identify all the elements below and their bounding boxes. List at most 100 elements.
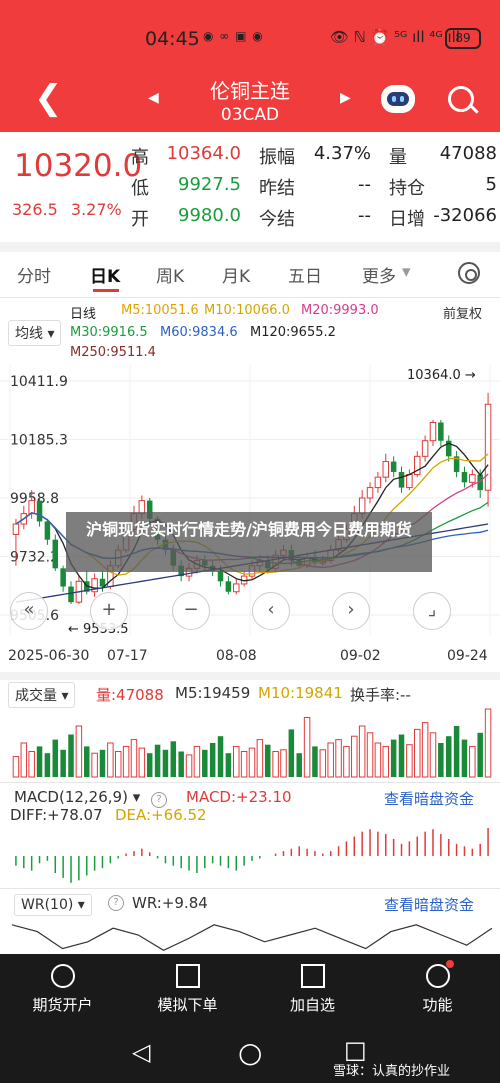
prev-contract-icon[interactable]: ◀ (148, 90, 159, 106)
volume-bar (28, 751, 35, 778)
quote-value: 47088 (439, 143, 497, 164)
volume-bar (217, 736, 224, 777)
robot-eye-left (392, 96, 396, 102)
volume-bar (193, 745, 201, 778)
back-arrow-icon[interactable]: ❮ (34, 78, 63, 118)
wr-select[interactable]: WR(10) ▾ (14, 894, 92, 916)
tab-0[interactable]: 分时 (17, 262, 51, 287)
volume-bar (477, 732, 483, 777)
search-icon[interactable] (448, 86, 474, 112)
volume-m10: M10:19841 (258, 684, 343, 702)
volume-bar (138, 747, 146, 778)
status-right-icons: 👁 ℕ ⏰ ⁵ᴳ ıll ⁴ᴳ ıll (330, 28, 461, 46)
volume-bar (351, 735, 358, 778)
candle-body (461, 471, 468, 483)
candle-body (217, 570, 224, 582)
candle-body (421, 440, 429, 457)
volume-bar (358, 725, 366, 778)
ma5-value: M5:10051.6 (121, 303, 199, 318)
quote-value: -32066 (433, 205, 497, 226)
volume-bar (225, 753, 232, 777)
volume-bar (12, 756, 20, 778)
volume-bar (280, 749, 287, 778)
volume-bar (233, 745, 240, 778)
volume-bar (146, 753, 153, 777)
settings-icon[interactable] (458, 262, 480, 284)
status-time: 04:45 (145, 28, 200, 50)
candle-body (390, 461, 397, 472)
chart-control-button[interactable]: « (10, 592, 48, 630)
volume-bar (52, 739, 59, 777)
bottom-nav-item[interactable]: 期货开户 (0, 954, 125, 1024)
volume-bar (429, 732, 437, 778)
ma120-value: M120:9655.2 (250, 325, 336, 340)
chart-control-button[interactable]: ‹ (252, 592, 290, 630)
page-title: 伦铜主连 (210, 79, 290, 103)
candle-body (99, 578, 106, 587)
volume-bar (114, 751, 122, 778)
robot-icon[interactable] (381, 85, 415, 113)
chart-control-button[interactable]: − (172, 592, 210, 630)
notification-dot (445, 960, 454, 968)
page-subtitle: 03CAD (220, 105, 280, 125)
x-tick-label: 09-24 (447, 648, 488, 664)
volume-bar (374, 742, 382, 778)
bottom-nav-item[interactable]: 模拟下单 (125, 954, 250, 1024)
volume-bar (209, 743, 216, 777)
volume-bar (185, 754, 193, 778)
ma250-value: M250:9511.4 (70, 345, 156, 360)
turnover-rate: 换手率:-- (350, 686, 411, 704)
volume-bar (162, 749, 169, 777)
ma30-value: M30:9916.5 (70, 325, 148, 340)
volume-bar (248, 747, 256, 778)
tab-1[interactable]: 日K (90, 262, 120, 287)
candle-body (366, 487, 374, 499)
candle-body (44, 521, 51, 540)
help-icon[interactable]: ? (108, 895, 124, 911)
system-back-icon[interactable]: ◁ (132, 1038, 150, 1066)
adjust-label[interactable]: 前复权 (443, 303, 482, 322)
indicator-select[interactable]: 均线 ▾ (8, 320, 62, 346)
menu-circle-icon (425, 960, 454, 988)
chevron-down-icon: ▾ (132, 788, 141, 806)
chart-control-button[interactable]: ⌟ (413, 592, 451, 630)
candle-body (469, 474, 476, 483)
y-tick-label: 10411.9 (10, 374, 68, 390)
dark-pool-link-wr[interactable]: 查看暗盘资金 (384, 894, 474, 915)
volume-bar (312, 746, 318, 777)
volume-bar (319, 749, 327, 778)
volume-bar (60, 749, 66, 777)
quote-value: 10364.0 (166, 143, 241, 164)
wr-chart (11, 924, 493, 951)
macd-select[interactable]: MACD(12,26,9) ▾ ? (14, 788, 168, 808)
volume-bar (335, 739, 342, 778)
bottom-nav-item[interactable]: 加自选 (250, 954, 375, 1024)
candle-body (233, 583, 240, 593)
tab-2[interactable]: 周K (156, 262, 184, 287)
candle-body (225, 581, 232, 592)
chart-control-button[interactable]: + (90, 592, 128, 630)
wr-line (11, 924, 493, 951)
chart-control-button[interactable]: › (332, 592, 370, 630)
plus-box-icon (300, 964, 325, 988)
next-contract-icon[interactable]: ▶ (340, 90, 351, 106)
indicator-select-label: 均线 (15, 326, 43, 342)
tab-4[interactable]: 五日 (288, 262, 322, 287)
volume-value: 量:47088 (96, 686, 164, 704)
bottom-nav-item[interactable]: 功能 (375, 954, 500, 1024)
candle-body (398, 471, 405, 488)
tab-5[interactable]: 更多 (362, 262, 396, 287)
volume-bar (406, 744, 413, 778)
ma10-value: M10:10066.0 (204, 303, 290, 318)
volume-bar (303, 717, 311, 778)
system-home-icon[interactable]: ○ (238, 1036, 262, 1069)
volume-bar (327, 742, 334, 778)
volume-bar (398, 734, 405, 777)
dea-value: DEA:+66.52 (115, 806, 207, 824)
dark-pool-link[interactable]: 查看暗盘资金 (384, 788, 474, 809)
volume-bar (20, 742, 28, 778)
macd-value: MACD:+23.10 (186, 788, 292, 806)
chevron-down-icon: ▾ (402, 262, 411, 282)
compass-icon (50, 964, 75, 988)
tab-3[interactable]: 月K (222, 262, 250, 287)
